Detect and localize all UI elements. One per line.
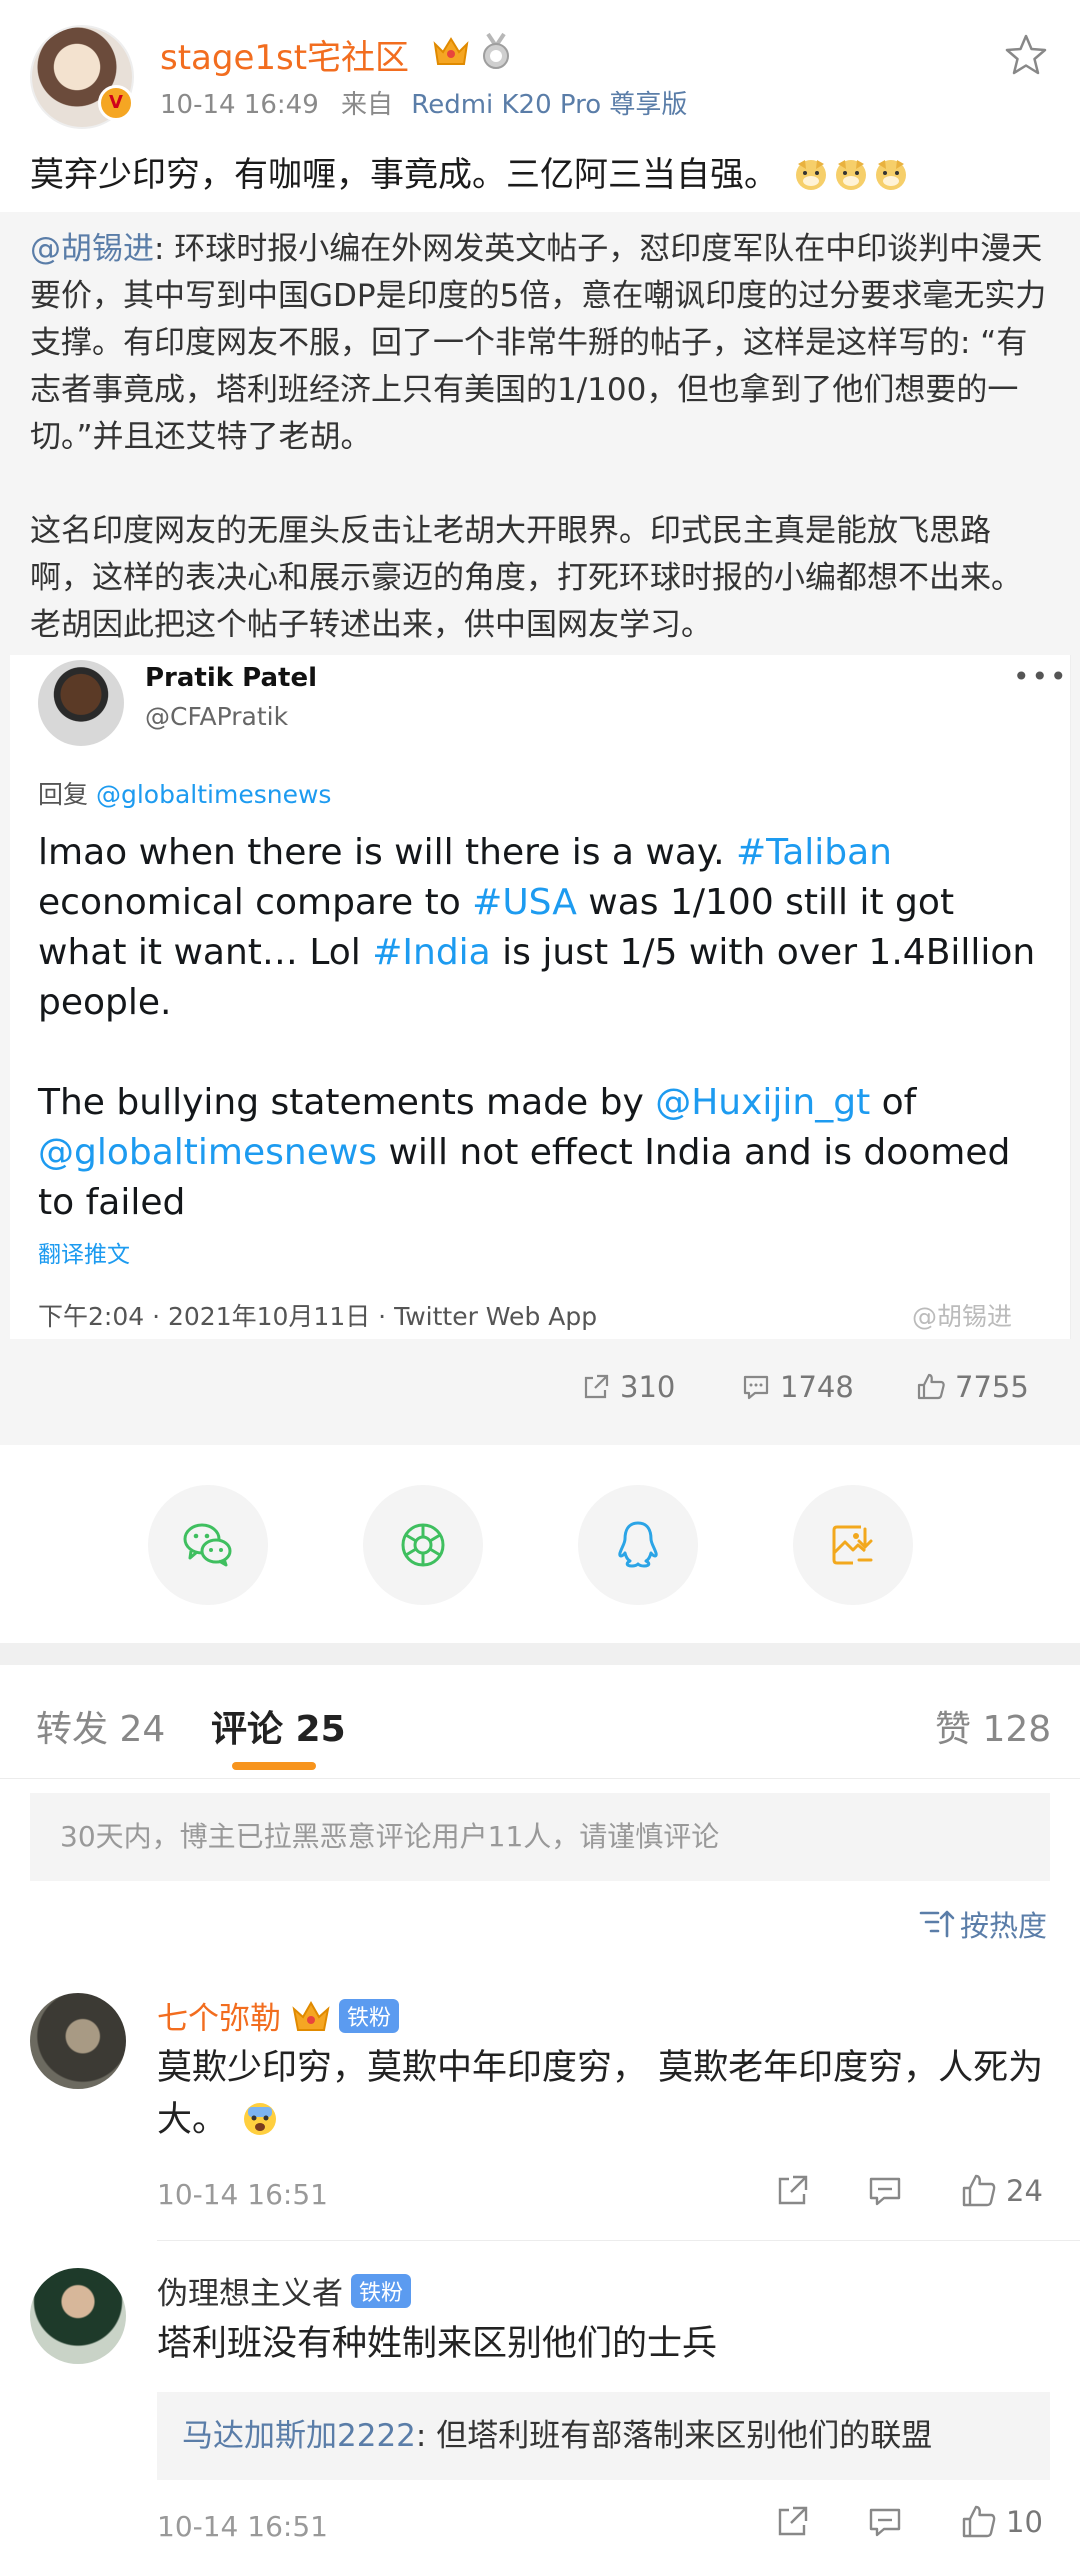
verified-badge: V xyxy=(98,85,134,121)
tweet-hashtag: #Taliban xyxy=(736,832,892,873)
tab-likes[interactable]: 赞 128 xyxy=(935,1700,1051,1752)
thumbs-up-icon xyxy=(917,1373,945,1400)
weibo-watermark: @胡锡进 xyxy=(912,1302,1013,1331)
repost-share-count[interactable]: 310 xyxy=(580,1370,675,1404)
medal-icon xyxy=(483,32,509,69)
comment-time: 10-14 16:51 xyxy=(157,2178,328,2211)
thumbs-up-icon xyxy=(962,2174,996,2207)
comment-icon xyxy=(743,1375,769,1400)
doge-emoji-icon xyxy=(875,160,906,190)
thumbs-up-icon xyxy=(962,2505,996,2538)
tweet-author-handle: @CFAPratik xyxy=(145,702,289,731)
share-icon xyxy=(584,1374,609,1399)
share-moments-button[interactable] xyxy=(363,1485,483,1605)
tweet-mention: @globaltimesnews xyxy=(38,1132,378,1173)
tweet-reply-prefix: 回复 xyxy=(38,780,89,809)
comment-text: 塔利班没有种姓制来区别他们的士兵 xyxy=(157,2324,718,2364)
save-image-button[interactable] xyxy=(793,1485,913,1605)
comment-like-button[interactable]: 24 xyxy=(960,2172,1043,2210)
tab-divider xyxy=(0,1778,1080,1779)
section-divider xyxy=(0,1643,1080,1665)
favorite-star-icon[interactable] xyxy=(1003,32,1049,78)
comment-divider xyxy=(157,2240,1080,2241)
repost-like-count[interactable]: 7755 xyxy=(915,1370,1029,1404)
post-text-content: 莫弃少印穷，有咖喱，事竟成。三亿阿三当自强。 xyxy=(30,155,778,195)
reply-text: : 但塔利班有部落制来区别他们的联盟 xyxy=(415,2418,933,2454)
comment-like-count: 10 xyxy=(1006,2505,1043,2539)
comment-icon xyxy=(869,2508,901,2537)
commenter-avatar[interactable] xyxy=(30,1993,126,2089)
tweet-paragraph-1: lmao when there is will there is a way. … xyxy=(38,828,1048,1028)
save-image-icon xyxy=(832,1525,873,1565)
tweet-paragraph-2: The bullying statements made by @Huxijin… xyxy=(38,1078,1048,1228)
share-qq-button[interactable] xyxy=(578,1485,698,1605)
sort-label: 按热度 xyxy=(960,1909,1048,1943)
tab-reposts[interactable]: 转发 24 xyxy=(36,1700,165,1752)
comment-reply-button[interactable] xyxy=(866,2172,904,2210)
post-time: 10-14 16:49 xyxy=(160,90,319,120)
tweet-translate-link: 翻译推文 xyxy=(38,1242,130,1268)
tweet-avatar xyxy=(38,660,124,746)
crown-icon xyxy=(433,37,469,65)
wechat-icon xyxy=(183,1523,232,1567)
commenter-name[interactable]: 七个弥勒 铁粉 xyxy=(157,1993,400,2038)
repost-body: : 环球时报小编在外网发英文帖子，怼印度军队在中印谈判中漫天要价，其中写到中国G… xyxy=(30,231,1047,643)
comment-like-button[interactable]: 10 xyxy=(960,2503,1043,2541)
tweet-body: lmao when there is will there is a way. … xyxy=(38,828,1048,1228)
tweet-reply-to: 回复 @globaltimesnews xyxy=(38,775,331,811)
doge-emoji-icon xyxy=(795,160,826,190)
repost-text: @胡锡进: 环球时报小编在外网发英文帖子，怼印度军队在中印谈判中漫天要价，其中写… xyxy=(30,226,1050,649)
tweet-text: The bullying statements made by xyxy=(38,1082,656,1123)
tweet-more-icon: ••• xyxy=(1013,660,1069,693)
commenter-name-text: 七个弥勒 xyxy=(157,2001,281,2037)
repost-like-value: 7755 xyxy=(955,1370,1029,1404)
active-tab-indicator xyxy=(232,1762,316,1770)
sort-by-heat-button[interactable]: 按热度 xyxy=(918,1903,1047,1945)
comment-time: 10-14 16:51 xyxy=(157,2510,328,2543)
share-wechat-button[interactable] xyxy=(148,1485,268,1605)
block-notice: 30天内，博主已拉黑恶意评论用户11人，请谨慎评论 xyxy=(30,1793,1050,1881)
share-icon xyxy=(778,2175,808,2205)
reply-author[interactable]: 马达加斯加2222 xyxy=(182,2418,416,2454)
scared-emoji-icon xyxy=(244,2103,277,2135)
comment-reply-preview[interactable]: 马达加斯加2222: 但塔利班有部落制来区别他们的联盟 xyxy=(157,2392,1050,2480)
post-device[interactable]: Redmi K20 Pro 尊享版 xyxy=(411,90,687,120)
tweet-author-name: Pratik Patel xyxy=(145,663,317,693)
crown-icon xyxy=(292,2000,330,2031)
commenter-name[interactable]: 伪理想主义者 铁粉 xyxy=(157,2268,412,2313)
tab-comments[interactable]: 评论 25 xyxy=(211,1700,346,1752)
comment-like-count: 24 xyxy=(1006,2174,1043,2208)
share-icon xyxy=(778,2506,808,2536)
repost-comment-value: 1748 xyxy=(780,1370,854,1404)
tweet-text: lmao when there is will there is a way. xyxy=(38,832,736,873)
post-source-prefix: 来自 xyxy=(341,90,394,120)
qq-icon xyxy=(618,1521,658,1568)
repost-comment-count[interactable]: 1748 xyxy=(740,1370,854,1404)
tweet-text: economical compare to xyxy=(38,882,473,923)
moments-icon xyxy=(401,1523,445,1567)
fan-badge: 铁粉 xyxy=(351,2273,412,2308)
tweet-hashtag: #USA xyxy=(472,882,577,923)
tweet-timestamp: 下午2:04 · 2021年10月11日 · Twitter Web App xyxy=(38,1302,598,1331)
doge-emoji-icon xyxy=(835,160,866,190)
author-name[interactable]: stage1st宅社区 xyxy=(160,30,409,79)
post-meta: 10-14 16:49 来自 Redmi K20 Pro 尊享版 xyxy=(160,84,687,121)
comment-text-content: 莫欺少印穷，莫欺中年印度穷， 莫欺老年印度穷，人死为大。 xyxy=(157,2048,1044,2140)
comment-share-button[interactable] xyxy=(773,2172,811,2210)
repost-mention[interactable]: @胡锡进 xyxy=(30,231,154,267)
commenter-avatar[interactable] xyxy=(30,2268,126,2364)
fan-badge: 铁粉 xyxy=(339,1998,400,2033)
post-text: 莫弃少印穷，有咖喱，事竟成。三亿阿三当自强。 xyxy=(30,150,1060,200)
repost-share-value: 310 xyxy=(620,1370,676,1404)
tweet-mention: @Huxijin_gt xyxy=(655,1082,871,1123)
comment-text: 莫欺少印穷，莫欺中年印度穷， 莫欺老年印度穷，人死为大。 xyxy=(157,2042,1057,2146)
comment-share-button[interactable] xyxy=(773,2503,811,2541)
comment-icon xyxy=(869,2177,901,2206)
tweet-text: of xyxy=(870,1082,917,1123)
sort-icon xyxy=(919,1910,955,1938)
tweet-hashtag: #India xyxy=(372,932,491,973)
comment-reply-button[interactable] xyxy=(866,2503,904,2541)
commenter-name-text: 伪理想主义者 xyxy=(157,2276,343,2312)
tweet-reply-handle: @globaltimesnews xyxy=(95,780,332,809)
